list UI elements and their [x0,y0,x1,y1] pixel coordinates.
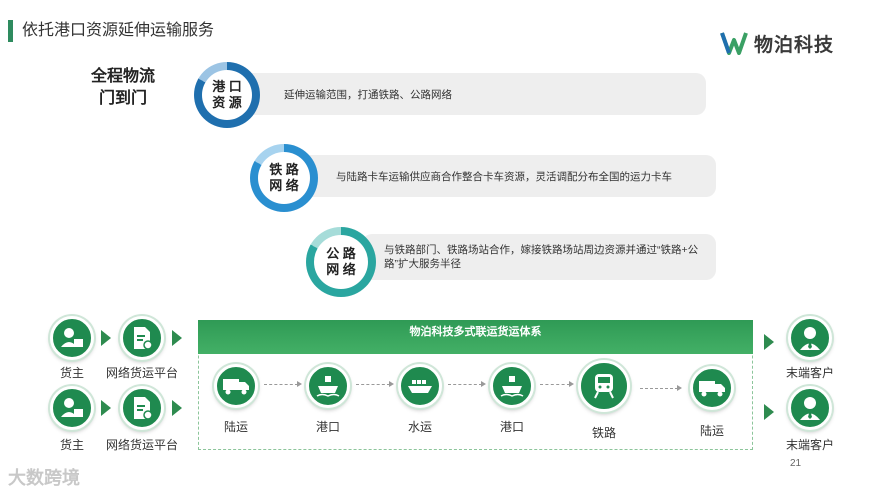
arrow-head-icon [481,381,486,387]
feature-bar-rail: 与陆路卡车运输供应商合作整合卡车资源，灵活调配分布全国的运力卡车 [300,155,716,197]
page-number: 21 [790,458,802,469]
badge-port-resource: 港 口资 源 [194,62,260,128]
end-customer-icon [788,386,832,430]
headline: 全程物流 门到门 [78,66,168,110]
feature-text: 与铁路部门、铁路场站合作，嫁接铁路场站周边资源并通过“铁路+公路”扩大服务半径 [384,244,699,270]
feature-text: 与陆路卡车运输供应商合作整合卡车资源，灵活调配分布全国的运力卡车 [336,170,672,183]
end-customer-label: 末端客户 [785,366,834,380]
arrow-head-icon [569,381,574,387]
port-ship-icon [306,364,350,408]
shipper-label: 货主 [59,438,84,452]
shipper-icon [50,316,94,360]
badge-road-network: 公 路网 络 [306,227,376,297]
company-logo: 物泊科技 [720,30,850,56]
dashed-connector [448,384,482,385]
feature-bar-port: 延伸运输范围，打通铁路、公路网络 [240,73,706,115]
port-ship-icon [490,364,534,408]
title-accent-bar [8,20,13,42]
watermark-text: 大数跨境 [8,468,80,488]
headline-line2: 门到门 [98,90,147,107]
multimodal-panel-title: 物泊科技多式联运货运体系 [198,320,753,354]
step-label: 水运 [407,420,432,434]
dashed-connector [356,384,390,385]
watermark: 大数跨境 [8,464,80,490]
train-icon [578,360,630,412]
arrow-head-icon [389,381,394,387]
freight-platform-icon [120,386,164,430]
flow-arrow-icon [101,330,111,346]
freight-platform-label: 网络货运平台 [105,366,178,380]
end-customer-icon [788,316,832,360]
step-label: 陆运 [223,420,248,434]
dashed-connector [264,384,298,385]
shipper-label: 货主 [59,366,84,380]
shipper-icon [50,386,94,430]
cargo-ship-icon [398,364,442,408]
step-label: 铁路 [591,426,616,440]
flow-arrow-icon [172,330,182,346]
freight-platform-icon [120,316,164,360]
arrow-head-icon [297,381,302,387]
truck-icon [690,366,734,410]
headline-line1: 全程物流 [90,68,155,85]
dashed-connector [540,384,570,385]
logo-mark-icon [720,32,748,55]
dashed-connector [640,388,678,389]
flow-arrow-icon [101,400,111,416]
flow-arrow-icon [764,404,774,420]
flow-arrow-icon [172,400,182,416]
step-label: 港口 [499,420,524,434]
arrow-head-icon [677,385,682,391]
step-label: 陆运 [699,424,724,438]
truck-icon [214,364,258,408]
feature-text: 延伸运输范围，打通铁路、公路网络 [284,88,452,101]
logo-text: 物泊科技 [754,34,835,56]
end-customer-label: 末端客户 [785,438,834,452]
freight-platform-label: 网络货运平台 [105,438,178,452]
feature-bar-road: 与铁路部门、铁路场站合作，嫁接铁路场站周边资源并通过“铁路+公路”扩大服务半径 [362,234,716,280]
step-label: 港口 [315,420,340,434]
page-title: 依托港口资源延伸运输服务 [22,22,215,39]
badge-rail-network: 铁 路网 络 [250,144,318,212]
flow-arrow-icon [764,334,774,350]
